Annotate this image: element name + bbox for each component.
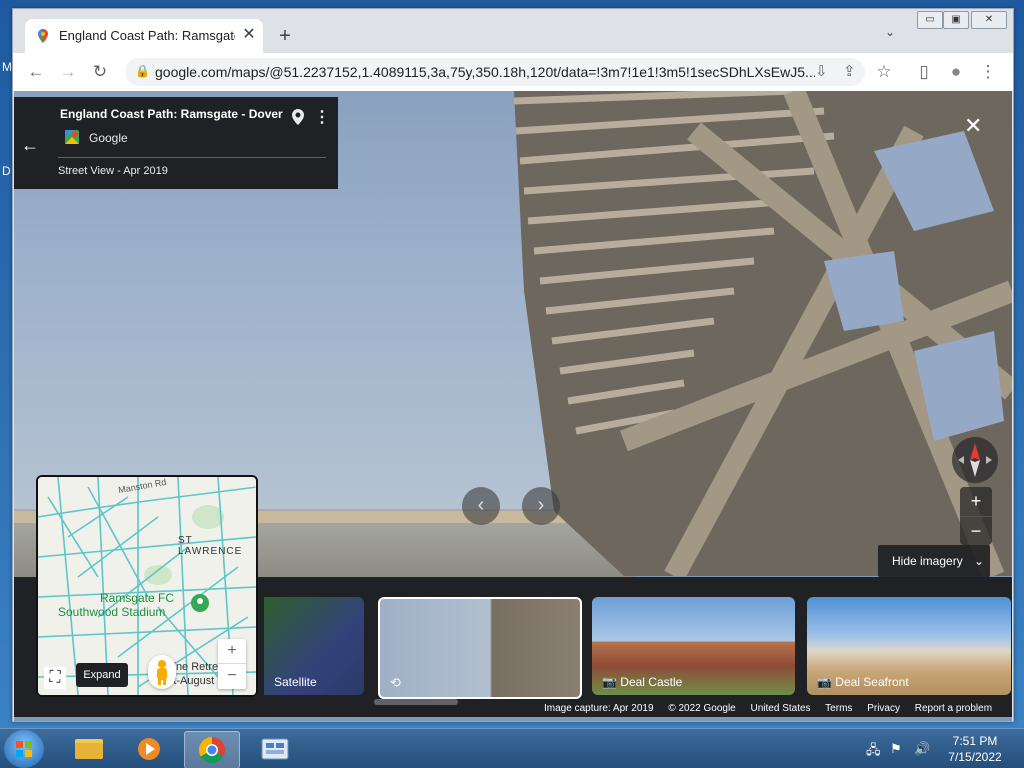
back-arrow-icon[interactable]: ← (20, 135, 40, 156)
profile-avatar-icon[interactable]: ● (945, 61, 967, 83)
thumbnail-title: Deal Seafront (835, 675, 909, 689)
chevron-down-icon: ⌄ (974, 554, 985, 568)
country-link[interactable]: United States (751, 703, 811, 714)
media-player-icon (138, 738, 160, 760)
browser-toolbar: ← → ↻ 🔒 google.com/maps/@51.2237152,1.40… (13, 53, 1013, 91)
fullscreen-icon[interactable]: ⛶ (44, 667, 66, 689)
taskbar-explorer[interactable] (62, 731, 116, 767)
map-label-area: ST LAWRENCE (178, 535, 243, 557)
map-label-poi: Ramsgate FC (100, 591, 175, 605)
windows-logo-icon (16, 741, 32, 757)
tab-strip: England Coast Path: Ramsgate - Dover ✕ +… (13, 9, 1013, 53)
system-clock[interactable]: 7:51 PM 7/15/2022 (940, 733, 1010, 765)
lock-icon[interactable]: 🔒 (135, 64, 150, 78)
mini-map[interactable]: Manston Rd ST LAWRENCE Ramsgate FC South… (36, 475, 258, 697)
zoom-in-button[interactable]: + (960, 487, 992, 517)
map-footer: Image capture: Apr 2019 © 2022 Google Un… (544, 703, 1004, 717)
reload-icon[interactable]: ↻ (89, 61, 111, 83)
clock-date: 7/15/2022 (948, 750, 1002, 764)
control-panel-icon (261, 738, 289, 760)
copyright-text: © 2022 Google (668, 703, 736, 714)
thumbnail-label: 📷 Deal Castle (602, 675, 683, 689)
forward-icon[interactable]: → (57, 61, 79, 83)
wooden-shelter-structure (513, 91, 1012, 576)
place-title: England Coast Path: Ramsgate - Dover (60, 107, 283, 121)
report-problem-link[interactable]: Report a problem (915, 703, 992, 714)
card-divider (58, 157, 326, 158)
location-pin-icon[interactable] (292, 109, 304, 125)
next-image-button[interactable]: › (522, 487, 560, 525)
taskbar-control-panel[interactable] (248, 731, 302, 767)
google-maps-favicon-icon (38, 29, 48, 43)
compass-icon[interactable] (952, 437, 998, 483)
install-app-icon[interactable]: ⇩ (815, 62, 828, 80)
privacy-link[interactable]: Privacy (867, 703, 900, 714)
new-tab-button[interactable]: + (275, 25, 295, 48)
pegman-icon (157, 660, 167, 685)
hide-imagery-button[interactable]: Hide imagery ⌄ (878, 545, 990, 577)
satellite-thumbnail[interactable]: Satellite (264, 597, 364, 695)
google-maps-icon (65, 130, 79, 144)
terms-link[interactable]: Terms (825, 703, 852, 714)
taskbar: 🖧 ⚑ 🔊 7:51 PM 7/15/2022 (0, 728, 1024, 768)
browser-tab[interactable]: England Coast Path: Ramsgate - Dover ✕ (25, 19, 263, 53)
image-capture-date: Image capture: Apr 2019 (544, 703, 654, 714)
desktop-icon-label[interactable]: M (2, 60, 12, 74)
taskbar-chrome[interactable] (184, 731, 240, 768)
bookmark-star-icon[interactable]: ☆ (873, 61, 895, 83)
tab-close-icon[interactable]: ✕ (239, 25, 259, 45)
mini-map-zoom: + − (218, 639, 246, 689)
volume-icon[interactable]: 🔊 (914, 741, 930, 757)
panorama-360-icon: ⟲ (390, 675, 401, 690)
url-text[interactable]: google.com/maps/@51.2237152,1.4089115,3a… (155, 64, 815, 80)
folder-icon (75, 739, 103, 759)
desktop-icon-label[interactable]: D (2, 164, 11, 178)
current-panorama-thumbnail[interactable]: ⟲ (378, 597, 582, 699)
deal-seafront-thumbnail[interactable]: 📷 Deal Seafront (807, 597, 1011, 695)
deal-castle-thumbnail[interactable]: 📷 Deal Castle (592, 597, 795, 695)
window-minimize-button[interactable]: ▭ (917, 11, 943, 29)
zoom-control: + − (960, 487, 992, 545)
chrome-menu-icon[interactable]: ⋮ (977, 61, 999, 83)
mini-map-zoom-out-button[interactable]: − (218, 664, 246, 688)
street-view-date: Street View - Apr 2019 (58, 165, 168, 177)
pegman-button[interactable] (148, 655, 176, 689)
tab-title: England Coast Path: Ramsgate - Dover (59, 28, 235, 43)
window-maximize-button[interactable]: ▣ (943, 11, 969, 29)
browser-window: England Coast Path: Ramsgate - Dover ✕ +… (12, 8, 1014, 722)
address-bar[interactable]: 🔒 google.com/maps/@51.2237152,1.4089115,… (125, 58, 865, 86)
thumbnail-title: Deal Castle (620, 675, 683, 689)
start-button[interactable] (4, 730, 44, 768)
mini-map-zoom-in-button[interactable]: + (218, 639, 246, 664)
window-close-button[interactable]: ✕ (971, 11, 1007, 29)
back-icon[interactable]: ← (25, 61, 47, 83)
close-street-view-icon[interactable]: ✕ (964, 113, 982, 139)
thumbnail-label: 📷 Deal Seafront (817, 675, 909, 689)
chrome-icon (198, 736, 225, 764)
zoom-out-button[interactable]: − (960, 517, 992, 545)
imagery-strip-scrollbar[interactable] (374, 699, 458, 705)
expand-tooltip: Expand (76, 663, 128, 687)
tab-search-icon[interactable]: ⌄ (885, 25, 895, 39)
network-icon[interactable]: 🖧 (866, 741, 881, 763)
share-icon[interactable]: ⇪ (843, 62, 856, 80)
thumbnail-label: Satellite (274, 675, 317, 689)
street-view-panorama[interactable]: ← England Coast Path: Ramsgate - Dover G… (14, 91, 1012, 721)
side-panel-icon[interactable]: ▯ (913, 61, 935, 83)
hide-imagery-label: Hide imagery (892, 554, 963, 568)
imagery-source: Google (89, 131, 128, 145)
more-options-icon[interactable]: ⋮ (314, 107, 330, 127)
action-center-icon[interactable]: ⚑ (890, 741, 902, 757)
clock-time: 7:51 PM (952, 734, 998, 748)
taskbar-media-player[interactable] (122, 731, 176, 767)
map-label-poi: Southwood Stadium (58, 605, 166, 619)
previous-image-button[interactable]: ‹ (462, 487, 500, 525)
place-info-card: ← England Coast Path: Ramsgate - Dover G… (14, 97, 338, 189)
